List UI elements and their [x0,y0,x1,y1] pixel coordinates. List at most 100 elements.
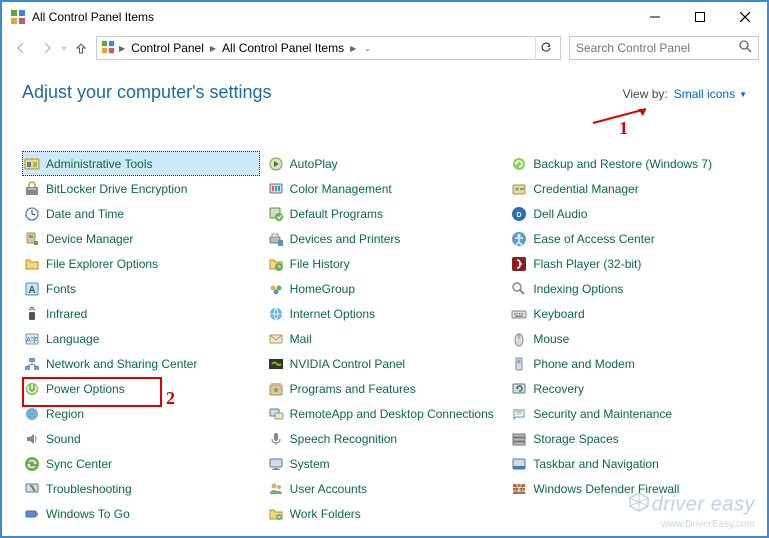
mail-icon [268,331,284,347]
item-troubleshooting[interactable]: Troubleshooting [22,476,260,501]
maximize-button[interactable] [677,2,722,32]
item-recovery[interactable]: Recovery [509,376,747,401]
programs-features-icon [268,381,284,397]
item-dell-audio[interactable]: DDell Audio [509,201,747,226]
item-phone-modem[interactable]: Phone and Modem [509,351,747,376]
view-by-label: View by: [623,87,668,101]
item-network-sharing[interactable]: Network and Sharing Center [22,351,260,376]
system-icon [268,456,284,472]
item-work-folders[interactable]: Work Folders [266,501,504,526]
breadcrumb-sep[interactable]: ▶ [350,44,356,53]
item-programs-features[interactable]: Programs and Features [266,376,504,401]
network-sharing-icon [24,356,40,372]
default-programs-icon [268,206,284,222]
item-credential-manager[interactable]: Credential Manager [509,176,747,201]
item-windows-to-go[interactable]: Windows To Go [22,501,260,526]
power-options-icon [24,381,40,397]
nav-recent-dropdown[interactable]: ▾ [62,44,66,53]
address-bar[interactable]: ▶ Control Panel ▶ All Control Panel Item… [96,36,561,60]
item-sync-center[interactable]: Sync Center [22,451,260,476]
homegroup-icon [268,281,284,297]
indexing-options-icon [511,281,527,297]
item-default-programs[interactable]: Default Programs [266,201,504,226]
bitlocker-icon [24,181,40,197]
speech-recognition-icon [268,431,284,447]
breadcrumb-sep[interactable]: ▶ [210,44,216,53]
item-infrared[interactable]: Infrared [22,301,260,326]
item-mouse[interactable]: Mouse [509,326,747,351]
internet-options-icon [268,306,284,322]
item-mail[interactable]: Mail [266,326,504,351]
item-file-explorer-options[interactable]: File Explorer Options [22,251,260,276]
devices-printers-icon [268,231,284,247]
address-dropdown[interactable]: ⌄ [360,44,375,53]
item-color-management[interactable]: Color Management [266,176,504,201]
dropdown-icon: ▼ [739,90,747,99]
item-region[interactable]: Region [22,401,260,426]
search-input[interactable] [576,41,739,55]
item-file-history[interactable]: File History [266,251,504,276]
view-by-dropdown[interactable]: Small icons ▼ [674,87,747,101]
search-icon[interactable] [739,40,752,56]
breadcrumb-sep[interactable]: ▶ [119,44,125,53]
item-administrative-tools[interactable]: Administrative Tools [22,151,260,176]
item-security-maintenance[interactable]: Security and Maintenance [509,401,747,426]
windows-to-go-icon [24,506,40,522]
item-autoplay[interactable]: AutoPlay [266,151,504,176]
item-sound[interactable]: Sound [22,426,260,451]
item-language[interactable]: A字Language [22,326,260,351]
item-device-manager[interactable]: Device Manager [22,226,260,251]
search-box[interactable] [569,36,759,60]
item-fonts[interactable]: AFonts [22,276,260,301]
taskbar-navigation-icon [511,456,527,472]
minimize-button[interactable] [632,2,677,32]
page-title: Adjust your computer's settings [22,82,272,103]
item-remoteapp[interactable]: RemoteApp and Desktop Connections [266,401,504,426]
breadcrumb-all-items[interactable]: All Control Panel Items [220,41,346,55]
administrative-tools-icon [24,156,40,172]
nvidia-icon [268,356,284,372]
item-indexing-options[interactable]: Indexing Options [509,276,747,301]
item-homegroup[interactable]: HomeGroup [266,276,504,301]
color-management-icon [268,181,284,197]
item-windows-defender-firewall[interactable]: Windows Defender Firewall [509,476,747,501]
nav-up-button[interactable] [70,37,92,59]
remoteapp-icon [268,406,284,422]
work-folders-icon [268,506,284,522]
language-icon: A字 [24,331,40,347]
credential-manager-icon [511,181,527,197]
device-manager-icon [24,231,40,247]
control-panel-icon [101,40,115,57]
close-button[interactable] [722,2,767,32]
item-devices-printers[interactable]: Devices and Printers [266,226,504,251]
mouse-icon [511,331,527,347]
item-internet-options[interactable]: Internet Options [266,301,504,326]
item-date-time[interactable]: Date and Time [22,201,260,226]
item-keyboard[interactable]: Keyboard [509,301,747,326]
item-flash-player[interactable]: Flash Player (32-bit) [509,251,747,276]
view-by-value: Small icons [674,87,735,101]
svg-text:D: D [517,212,522,219]
item-backup-restore[interactable]: Backup and Restore (Windows 7) [509,151,747,176]
nav-back-button[interactable] [10,37,32,59]
troubleshooting-icon [24,481,40,497]
storage-spaces-icon [511,431,527,447]
item-user-accounts[interactable]: User Accounts [266,476,504,501]
item-power-options[interactable]: Power Options [22,376,260,401]
title-bar: All Control Panel Items [2,2,767,32]
windows-defender-firewall-icon [511,481,527,497]
item-speech-recognition[interactable]: Speech Recognition [266,426,504,451]
ease-of-access-icon [511,231,527,247]
item-storage-spaces[interactable]: Storage Spaces [509,426,747,451]
refresh-button[interactable] [535,37,556,59]
user-accounts-icon [268,481,284,497]
region-icon [24,406,40,422]
fonts-icon: A [24,281,40,297]
nav-forward-button[interactable] [36,37,58,59]
item-taskbar-navigation[interactable]: Taskbar and Navigation [509,451,747,476]
item-nvidia-control-panel[interactable]: NVIDIA Control Panel [266,351,504,376]
breadcrumb-control-panel[interactable]: Control Panel [129,41,206,55]
item-bitlocker[interactable]: BitLocker Drive Encryption [22,176,260,201]
item-system[interactable]: System [266,451,504,476]
item-ease-of-access[interactable]: Ease of Access Center [509,226,747,251]
